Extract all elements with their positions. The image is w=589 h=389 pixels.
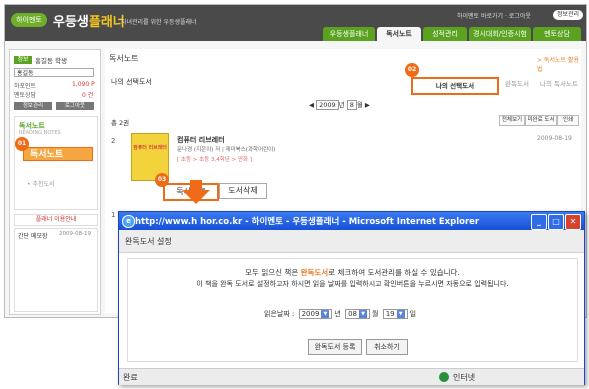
popup-header: 완독도서 설정 — [119, 230, 584, 253]
read-date-label: 읽은날짜 : — [264, 310, 295, 318]
next-month-icon[interactable]: ▶ — [363, 101, 370, 109]
points-value: 1,090 P — [72, 81, 95, 88]
mypage-button[interactable]: 정보관리 — [553, 10, 583, 20]
popup-instructions: 이 책을 완독 도서로 설정하고자 하시면 읽을 날짜를 입력하시고 확인버튼을… — [196, 280, 509, 288]
menu-item-reading-note[interactable]: 독서노트 — [23, 147, 93, 161]
month-select[interactable]: 8 — [346, 100, 357, 110]
top-links[interactable]: 하이멘토 바로가기 · 로그아웃 — [457, 11, 531, 20]
down-arrow-icon — [182, 190, 210, 204]
year-select[interactable]: 2009 — [316, 100, 339, 110]
read-year-select[interactable]: 2009 ▼ — [298, 309, 333, 319]
cancel-button[interactable]: 취소하기 — [366, 339, 408, 355]
memo-box: 간단 메모장 2009-08-19 — [14, 228, 98, 312]
memo-date: 2009-08-19 — [59, 231, 91, 237]
callout-01: 01 — [15, 137, 29, 151]
close-icon[interactable]: ✕ — [565, 214, 581, 230]
popup-heading: 완독도서 설정 — [125, 237, 172, 246]
page-title: 독서노트 — [109, 54, 139, 63]
tab-selected-books[interactable]: 나의 선택도서 — [411, 77, 499, 95]
minimize-icon[interactable]: _ — [531, 214, 547, 230]
message-highlight: 완독도서 — [300, 268, 329, 277]
book-title[interactable]: 컴퓨터 리브레터 — [177, 135, 225, 145]
info-manage-button[interactable]: 정보관리 — [14, 102, 52, 110]
menu-subtitle: READING NOTES — [19, 130, 61, 136]
howto-link[interactable]: > 독서노트 활용법 — [537, 55, 581, 73]
side-menu: 독서노트 READING NOTES 독서노트 01 • 추천도서 — [14, 116, 98, 210]
top-header: 하이멘토 우등생플래너 자녀관리를 위한 우등생플래너 하이멘토 바로가기 · … — [5, 5, 586, 41]
popup-window-title: http://www.h hor.co.kr - 하이멘토 - 우등생플래너 -… — [135, 217, 480, 227]
section-title: 나의 선택도서 — [111, 78, 152, 86]
book-category: [ 초등 > 초등 3,4학년 > 만화 ] — [177, 157, 252, 163]
callout-02: 02 — [405, 63, 419, 77]
student-select[interactable]: 홍길동 — [14, 68, 94, 77]
site-logo[interactable]: 하이멘토 — [11, 13, 47, 27]
month-selector: ◀ 2009 년 8월 ▶ — [309, 99, 370, 110]
prev-month-icon[interactable]: ◀ — [309, 101, 316, 109]
chevron-down-icon[interactable]: ▼ — [359, 310, 368, 318]
message-pre: 모두 읽으신 책은 — [245, 268, 301, 277]
guide-button[interactable]: 플래너 이용안내 — [14, 214, 98, 226]
popup-titlebar[interactable]: e http://www.h hor.co.kr - 하이멘토 - 우등생플래너… — [119, 212, 584, 230]
status-text: 완료 — [123, 373, 138, 382]
read-month-select[interactable]: 08 ▼ — [345, 309, 371, 319]
login-badge: 정보 — [14, 56, 32, 64]
nav-tab-reading[interactable]: 독서노트 — [377, 27, 421, 41]
popup-message: 모두 읽으신 책은 완독도서로 체크하여 도서관리를 하실 수 있습니다. — [128, 267, 577, 278]
read-day-select[interactable]: 19 ▼ — [382, 309, 408, 319]
popup-body: 모두 읽으신 책은 완독도서로 체크하여 도서관리를 하실 수 있습니다. 이 … — [127, 258, 578, 362]
row-number: 1 — [111, 211, 116, 219]
chevron-down-icon[interactable]: ▼ — [321, 310, 330, 318]
year-suffix: 년 — [334, 310, 341, 318]
maximize-icon[interactable]: □ — [548, 214, 564, 230]
book-cover-title: 컴퓨터 리브레터 — [133, 145, 167, 151]
print-button[interactable]: 인쇄 — [557, 115, 579, 126]
read-year-value: 2009 — [301, 310, 320, 318]
counsel-label: 멘토상담 — [14, 92, 37, 99]
delete-book-button[interactable]: 도서삭제 — [219, 183, 267, 199]
tab-completed-books[interactable]: 완독도서 — [495, 77, 539, 91]
nav-tab-grades[interactable]: 성적관리 — [423, 27, 467, 41]
site-title-main: 우등생 — [53, 15, 89, 30]
site-title[interactable]: 우등생플래너 — [53, 11, 125, 30]
status-bar: 완료 인터넷 — [119, 368, 584, 385]
total-count: 총 2권 — [111, 119, 130, 127]
nav-tab-mentor[interactable]: 멘토상담 — [533, 27, 581, 41]
year-suffix: 년 — [338, 101, 345, 109]
book-author: 문나경 (지은이) 저 | 재미북스(과학어린이) — [177, 147, 276, 153]
counsel-value: 0 건 — [82, 92, 94, 99]
tab-my-notes[interactable]: 나의 독서노트 — [539, 77, 579, 91]
sidebar: 정보 홍길동 학생 홍길동 하포인트 1,090 P 멘토상담 0 건 정보관리… — [9, 49, 101, 315]
chevron-down-icon[interactable]: ▼ — [396, 310, 405, 318]
read-day-value: 19 — [385, 310, 395, 318]
site-title-accent: 플래너 — [88, 15, 125, 30]
user-name: 홍길동 학생 — [35, 57, 67, 65]
logout-button[interactable]: 로그아웃 — [56, 102, 94, 110]
view-all-button[interactable]: 전체보기 — [499, 115, 525, 126]
month-suffix: 월 — [372, 310, 379, 318]
nav-tab-contest[interactable]: 경시대회/인증시험 — [469, 27, 531, 41]
menu-item-recommended[interactable]: • 추천도서 — [27, 179, 55, 188]
nav-tab-planner[interactable]: 우등생플래너 — [323, 27, 375, 41]
ie-icon: e — [122, 215, 135, 228]
site-tagline: 자녀관리를 위한 우등생플래너 — [121, 19, 197, 26]
points-label: 하포인트 — [14, 83, 37, 90]
read-month-value: 08 — [348, 310, 358, 318]
callout-03: 03 — [155, 173, 169, 187]
register-complete-button[interactable]: 완독도서 등록 — [308, 339, 362, 355]
globe-icon — [439, 372, 449, 382]
book-date: 2009-08-19 — [537, 135, 572, 142]
status-zone: 인터넷 — [453, 373, 476, 382]
read-date-row: 읽은날짜 : 2009 ▼ 년 08 ▼ 월 19 ▼ 일 — [264, 309, 416, 319]
memo-title: 간단 메모장 — [18, 233, 48, 240]
message-post: 로 체크하여 도서관리를 하실 수 있습니다. — [328, 268, 460, 277]
popup-window: e http://www.h hor.co.kr - 하이멘토 - 우등생플래너… — [118, 211, 585, 385]
day-suffix: 일 — [409, 310, 417, 318]
row-number: 2 — [111, 137, 116, 145]
incomplete-button[interactable]: 미완료 도서 — [525, 115, 557, 126]
